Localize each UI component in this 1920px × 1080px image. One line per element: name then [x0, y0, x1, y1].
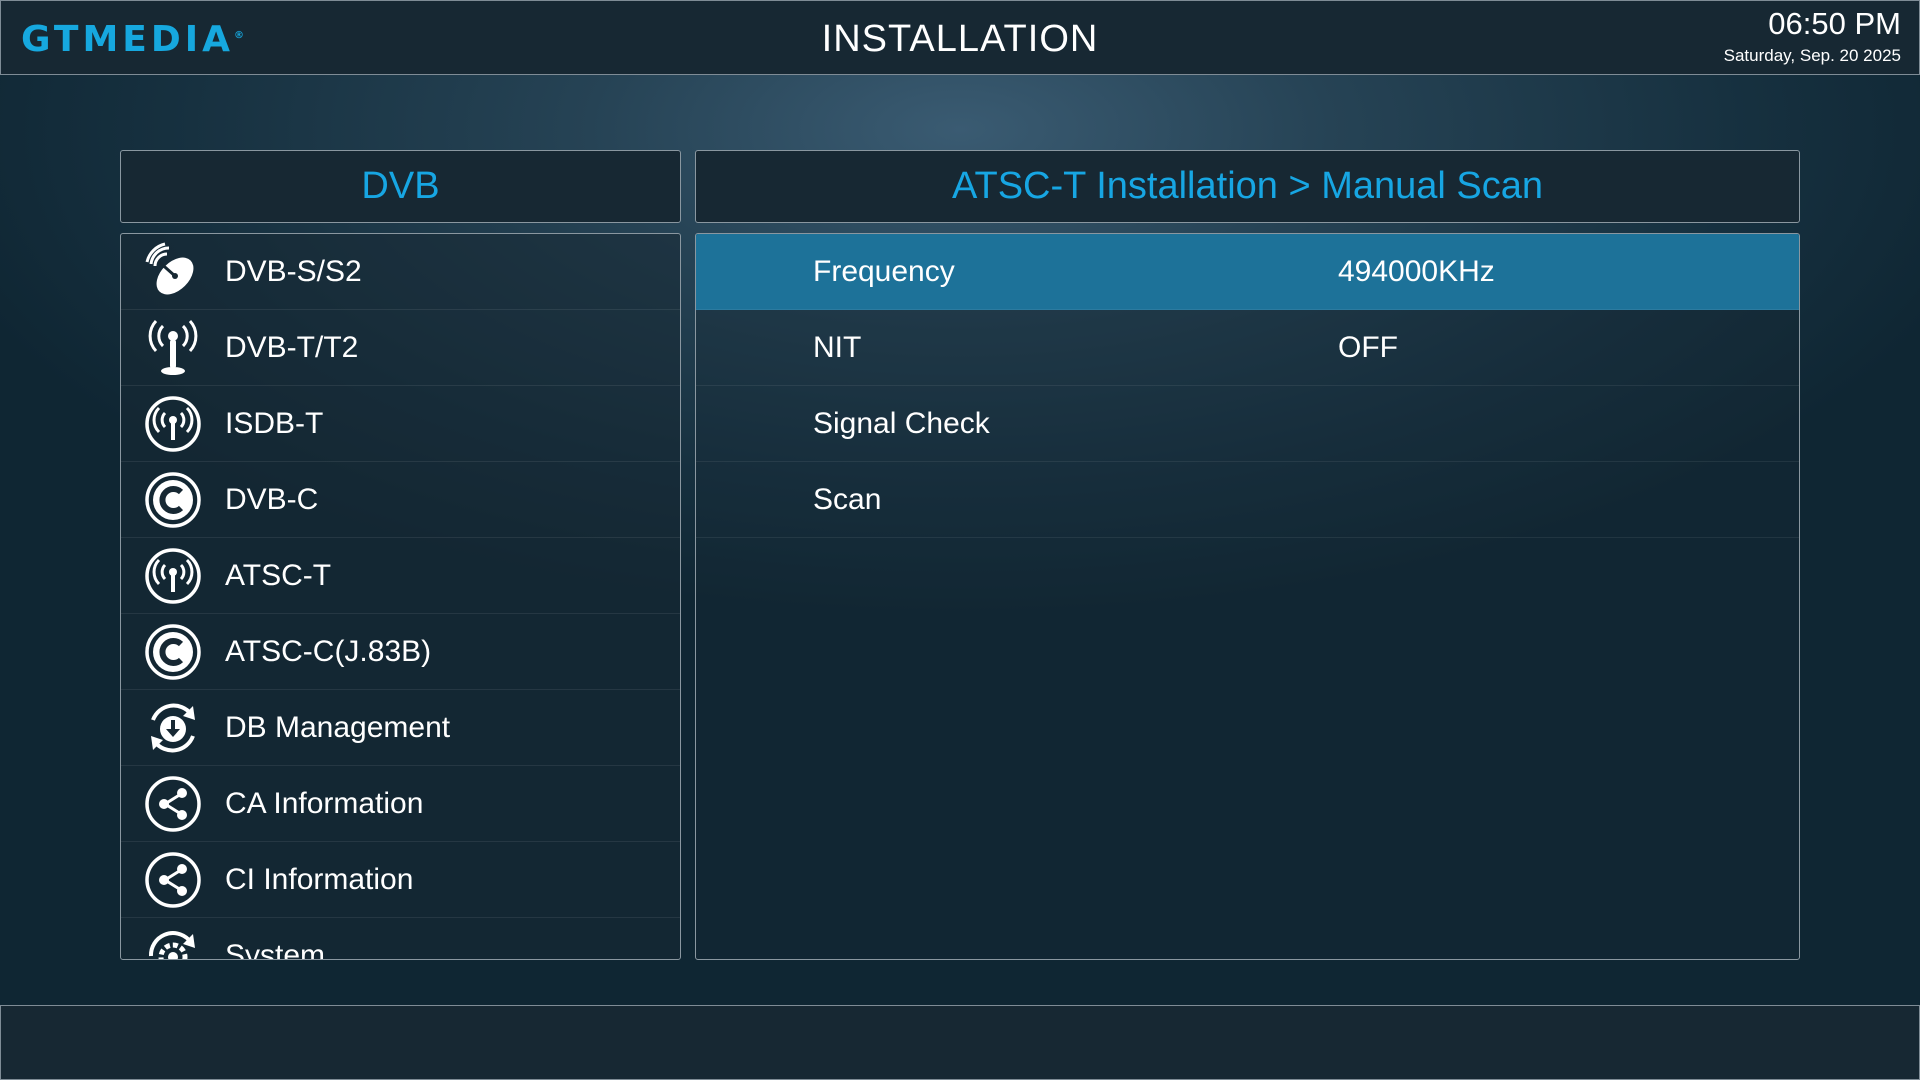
left-panel-title: DVB: [120, 150, 681, 223]
menu-item-ca-information[interactable]: CA Information: [121, 766, 680, 842]
top-bar: GTMEDIA® INSTALLATION 06:50 PM Saturday,…: [0, 0, 1920, 75]
database-sync-icon: [143, 698, 203, 758]
clock: 06:50 PM Saturday, Sep. 20 2025: [1724, 7, 1901, 67]
menu-item-label: System: [225, 938, 326, 960]
clock-time: 06:50 PM: [1768, 6, 1901, 41]
menu-item-label: CA Information: [225, 786, 424, 820]
cable-c-icon: [143, 470, 203, 530]
menu-item-label: DVB-S/S2: [225, 254, 362, 288]
menu-item-label: DVB-T/T2: [225, 330, 359, 364]
menu-item-system[interactable]: System: [121, 918, 680, 960]
option-label: Scan: [813, 483, 882, 516]
cable-c-icon: [143, 622, 203, 682]
option-label: NIT: [813, 331, 862, 364]
option-frequency[interactable]: Frequency 494000KHz: [696, 234, 1799, 310]
menu-item-isdb-t[interactable]: ISDB-T: [121, 386, 680, 462]
option-value: 494000KHz: [1338, 255, 1495, 288]
option-nit[interactable]: NIT OFF: [696, 310, 1799, 386]
manual-scan-options: Frequency 494000KHz NIT OFF Signal Check…: [695, 233, 1800, 960]
bottom-bar: [0, 1005, 1920, 1080]
broadcast-icon: [143, 394, 203, 454]
page-title: INSTALLATION: [821, 18, 1099, 60]
menu-item-db-management[interactable]: DB Management: [121, 690, 680, 766]
breadcrumb-title: ATSC-T Installation > Manual Scan: [695, 150, 1800, 223]
menu-item-label: DB Management: [225, 710, 451, 744]
gear-icon: [143, 926, 203, 959]
menu-item-label: ATSC-T: [225, 558, 332, 592]
menu-item-dvb-s-s2[interactable]: DVB-S/S2: [121, 234, 680, 310]
menu-item-label: CI Information: [225, 862, 414, 896]
menu-item-atsc-t[interactable]: ATSC-T: [121, 538, 680, 614]
option-value: OFF: [1338, 331, 1398, 364]
share-icon: [143, 850, 203, 910]
installation-menu: DVB-S/S2 DVB-T/T2 ISDB-T DVB-C ATSC-T AT…: [120, 233, 681, 960]
menu-item-label: ISDB-T: [225, 406, 324, 440]
option-scan[interactable]: Scan: [696, 462, 1799, 538]
option-label: Signal Check: [813, 407, 990, 440]
share-icon: [143, 774, 203, 834]
option-signal-check[interactable]: Signal Check: [696, 386, 1799, 462]
menu-item-dvb-t-t2[interactable]: DVB-T/T2: [121, 310, 680, 386]
broadcast-icon: [143, 546, 203, 606]
antenna-icon: [143, 318, 203, 378]
option-label: Frequency: [813, 255, 955, 288]
menu-item-ci-information[interactable]: CI Information: [121, 842, 680, 918]
menu-item-atsc-c[interactable]: ATSC-C(J.83B): [121, 614, 680, 690]
menu-item-label: DVB-C: [225, 482, 319, 516]
clock-date: Saturday, Sep. 20 2025: [1723, 46, 1901, 65]
menu-item-dvb-c[interactable]: DVB-C: [121, 462, 680, 538]
satellite-dish-icon: [143, 242, 203, 302]
menu-item-label: ATSC-C(J.83B): [225, 634, 432, 668]
